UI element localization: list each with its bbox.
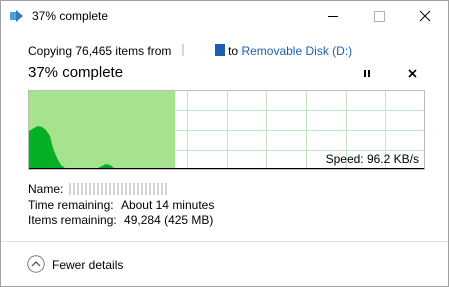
minimize-button[interactable] xyxy=(310,1,356,32)
pause-button[interactable] xyxy=(358,67,376,81)
title-bar[interactable]: 37% complete xyxy=(1,1,448,32)
stop-icon xyxy=(408,69,417,78)
file-name-redacted xyxy=(69,183,168,195)
chevron-up-circle-icon[interactable] xyxy=(27,255,45,273)
maximize-button[interactable] xyxy=(356,1,402,32)
copy-description: Copying 76,465 items from to Removable D… xyxy=(28,44,352,58)
copy-to-word: to xyxy=(228,44,239,58)
name-row: Name: xyxy=(28,182,168,196)
close-button[interactable] xyxy=(402,1,448,32)
destination-link[interactable]: Removable Disk (D:) xyxy=(241,44,352,58)
source-link-redacted[interactable] xyxy=(174,44,225,56)
minimize-icon xyxy=(328,16,338,17)
time-remaining-label: Time remaining: xyxy=(28,198,114,212)
speed-label: Speed: 96.2 KB/s xyxy=(326,152,419,166)
close-icon xyxy=(419,10,431,22)
name-label: Name: xyxy=(28,182,64,196)
window-title: 37% complete xyxy=(32,9,109,23)
copy-progress-dialog: 37% complete Copying 76,465 items from t… xyxy=(0,0,449,287)
progress-header: 37% complete xyxy=(28,64,124,81)
fewer-details-button[interactable]: Fewer details xyxy=(52,258,123,272)
pause-icon xyxy=(364,70,370,77)
dialog-footer: Fewer details xyxy=(1,241,448,286)
items-remaining-row: Items remaining: 49,284 (425 MB) xyxy=(28,213,213,227)
time-remaining-value: About 14 minutes xyxy=(120,198,215,212)
maximize-icon xyxy=(374,11,385,22)
items-remaining-label: Items remaining: xyxy=(28,213,117,227)
speed-graph: Speed: 96.2 KB/s xyxy=(28,90,425,170)
copy-arrow-icon xyxy=(10,10,23,22)
copy-prefix: Copying 76,465 items from xyxy=(28,44,172,58)
time-remaining-row: Time remaining: About 14 minutes xyxy=(28,198,214,212)
stop-button[interactable] xyxy=(404,67,422,81)
items-remaining-value: 49,284 (425 MB) xyxy=(124,213,214,227)
